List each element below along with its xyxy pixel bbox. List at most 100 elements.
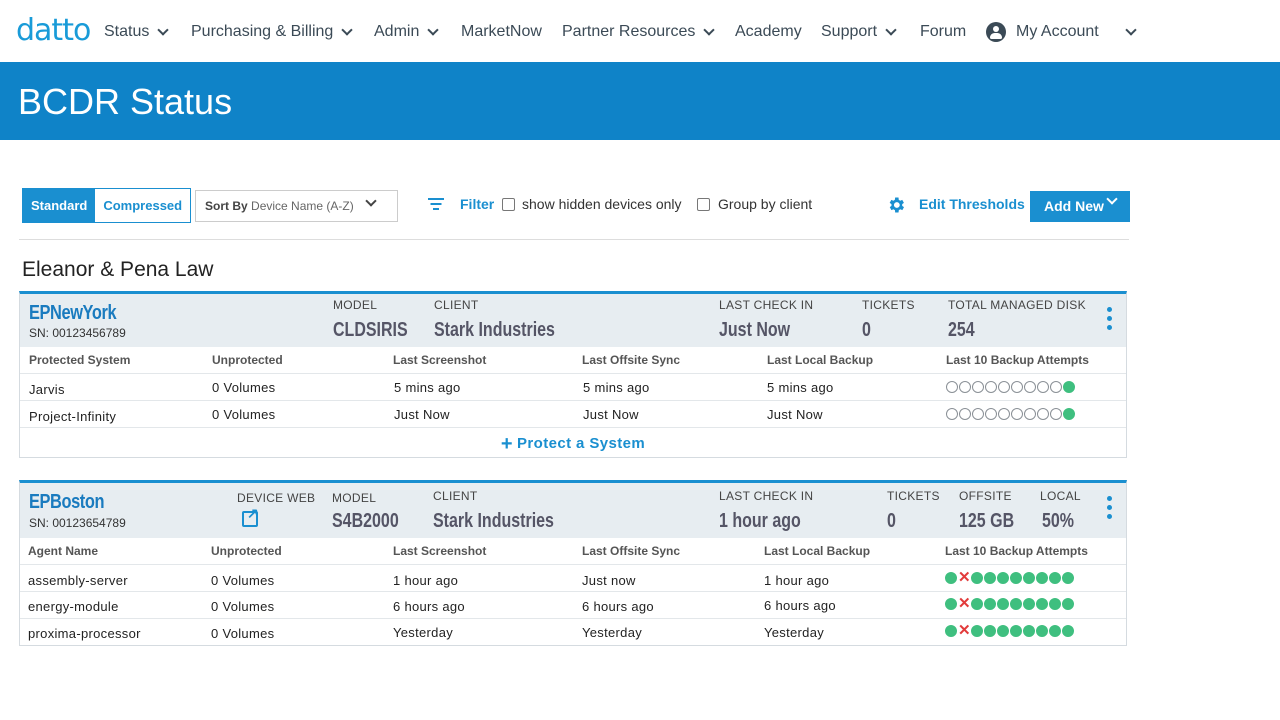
more-options-icon[interactable] xyxy=(1107,496,1112,523)
disk-label: TOTAL MANAGED DISK xyxy=(948,298,1086,312)
backup-empty-icon[interactable] xyxy=(985,381,997,393)
backup-empty-icon[interactable] xyxy=(998,381,1010,393)
table-row[interactable]: proxima-processor 0 Volumes Yesterday Ye… xyxy=(20,618,1126,645)
backup-success-icon[interactable] xyxy=(945,625,957,637)
backup-success-icon[interactable] xyxy=(1023,598,1035,610)
backup-failed-icon[interactable]: ✕ xyxy=(958,570,971,585)
nav-forum[interactable]: Forum xyxy=(920,21,966,43)
backup-success-icon[interactable] xyxy=(997,572,1009,584)
backup-success-icon[interactable] xyxy=(1023,572,1035,584)
device-name-link[interactable]: EPBoston xyxy=(29,491,104,514)
backup-failed-icon[interactable]: ✕ xyxy=(958,596,971,611)
protect-system-button[interactable]: + Protect a System xyxy=(20,427,1126,457)
backup-empty-icon[interactable] xyxy=(985,408,997,420)
table-row[interactable]: assembly-server 0 Volumes 1 hour ago Jus… xyxy=(20,564,1126,591)
table-header: Protected System Unprotected Last Screen… xyxy=(20,347,1126,373)
tickets-value[interactable]: 0 xyxy=(862,319,871,342)
backup-empty-icon[interactable] xyxy=(1050,381,1062,393)
backup-empty-icon[interactable] xyxy=(959,408,971,420)
agent-name[interactable]: proxima-processor xyxy=(28,626,141,641)
more-options-icon[interactable] xyxy=(1107,307,1112,334)
disk-value: 254 xyxy=(948,319,975,341)
table-row[interactable]: Project-Infinity 0 Volumes Just Now Just… xyxy=(20,400,1126,427)
backup-success-icon[interactable] xyxy=(1062,598,1074,610)
backup-empty-icon[interactable] xyxy=(946,381,958,393)
unprotected-value: 0 Volumes xyxy=(212,380,276,395)
backup-success-icon[interactable] xyxy=(1063,408,1075,420)
datto-logo[interactable]: datto xyxy=(16,14,91,48)
agent-name[interactable]: assembly-server xyxy=(28,573,128,588)
backup-success-icon[interactable] xyxy=(1062,572,1074,584)
backup-success-icon[interactable] xyxy=(1010,598,1022,610)
backup-success-icon[interactable] xyxy=(945,598,957,610)
hidden-devices-checkbox[interactable] xyxy=(502,198,515,211)
filter-icon[interactable] xyxy=(428,198,444,210)
backup-success-icon[interactable] xyxy=(1049,572,1061,584)
last-local-value: Yesterday xyxy=(764,625,825,640)
table-row[interactable]: energy-module 0 Volumes 6 hours ago 6 ho… xyxy=(20,591,1126,618)
backup-empty-icon[interactable] xyxy=(998,408,1010,420)
backup-success-icon[interactable] xyxy=(1049,598,1061,610)
gear-icon[interactable] xyxy=(886,195,906,215)
client-value: Stark Industries xyxy=(434,319,555,341)
backup-success-icon[interactable] xyxy=(1010,572,1022,584)
backup-empty-icon[interactable] xyxy=(1024,381,1036,393)
sort-select[interactable]: Sort By Device Name (A-Z) xyxy=(195,190,398,222)
filter-button[interactable]: Filter xyxy=(460,196,494,212)
backup-success-icon[interactable] xyxy=(1049,625,1061,637)
backup-empty-icon[interactable] xyxy=(1037,381,1049,393)
view-compressed-button[interactable]: Compressed xyxy=(95,189,191,222)
add-new-button[interactable]: Add New xyxy=(1030,191,1130,222)
table-row[interactable]: Jarvis 0 Volumes 5 mins ago 5 mins ago 5… xyxy=(20,373,1126,400)
nav-marketnow[interactable]: MarketNow xyxy=(461,21,542,43)
backup-success-icon[interactable] xyxy=(1063,381,1075,393)
nav-academy[interactable]: Academy xyxy=(735,21,802,43)
backup-success-icon[interactable] xyxy=(971,572,983,584)
system-name[interactable]: Jarvis xyxy=(29,382,65,397)
nav-my-account[interactable]: My Account xyxy=(986,21,1137,43)
backup-failed-icon[interactable]: ✕ xyxy=(958,623,971,638)
view-standard-button[interactable]: Standard xyxy=(23,189,96,222)
backup-success-icon[interactable] xyxy=(997,625,1009,637)
backup-success-icon[interactable] xyxy=(971,598,983,610)
backup-success-icon[interactable] xyxy=(984,572,996,584)
nav-purchasing-billing[interactable]: Purchasing & Billing xyxy=(191,21,353,43)
external-link-icon[interactable] xyxy=(242,505,259,527)
backup-success-icon[interactable] xyxy=(984,625,996,637)
backup-empty-icon[interactable] xyxy=(1024,408,1036,420)
last-offsite-value: 6 hours ago xyxy=(582,599,654,614)
protect-system-label: + Protect a System xyxy=(501,433,645,456)
backup-empty-icon[interactable] xyxy=(1011,381,1023,393)
backup-empty-icon[interactable] xyxy=(972,408,984,420)
column-header: Last Offsite Sync xyxy=(582,353,681,367)
device-name-link[interactable]: EPNewYork xyxy=(29,302,117,325)
backup-empty-icon[interactable] xyxy=(1011,408,1023,420)
backup-success-icon[interactable] xyxy=(945,572,957,584)
backup-success-icon[interactable] xyxy=(1036,572,1048,584)
backup-success-icon[interactable] xyxy=(984,598,996,610)
backup-success-icon[interactable] xyxy=(1023,625,1035,637)
backup-empty-icon[interactable] xyxy=(1050,408,1062,420)
nav-admin[interactable]: Admin xyxy=(374,21,440,43)
system-name[interactable]: Project-Infinity xyxy=(29,409,116,424)
tickets-value[interactable]: 0 xyxy=(887,510,896,533)
backup-empty-icon[interactable] xyxy=(1037,408,1049,420)
group-by-client-checkbox[interactable] xyxy=(697,198,710,211)
backup-success-icon[interactable] xyxy=(971,625,983,637)
backup-empty-icon[interactable] xyxy=(972,381,984,393)
edit-thresholds-link[interactable]: Edit Thresholds xyxy=(919,196,1025,212)
backup-success-icon[interactable] xyxy=(1036,598,1048,610)
backup-empty-icon[interactable] xyxy=(946,408,958,420)
backup-success-icon[interactable] xyxy=(1062,625,1074,637)
nav-partner-resources[interactable]: Partner Resources xyxy=(562,21,716,43)
backup-success-icon[interactable] xyxy=(1010,625,1022,637)
backup-empty-icon[interactable] xyxy=(959,381,971,393)
backup-success-icon[interactable] xyxy=(997,598,1009,610)
chevron-down-icon xyxy=(1125,23,1137,36)
nav-purchasing-label: Purchasing & Billing xyxy=(191,23,334,40)
last-check-in-value: 1 hour ago xyxy=(719,510,801,532)
nav-status[interactable]: Status xyxy=(104,21,170,43)
backup-success-icon[interactable] xyxy=(1036,625,1048,637)
nav-support[interactable]: Support xyxy=(821,21,897,43)
agent-name[interactable]: energy-module xyxy=(28,599,119,614)
